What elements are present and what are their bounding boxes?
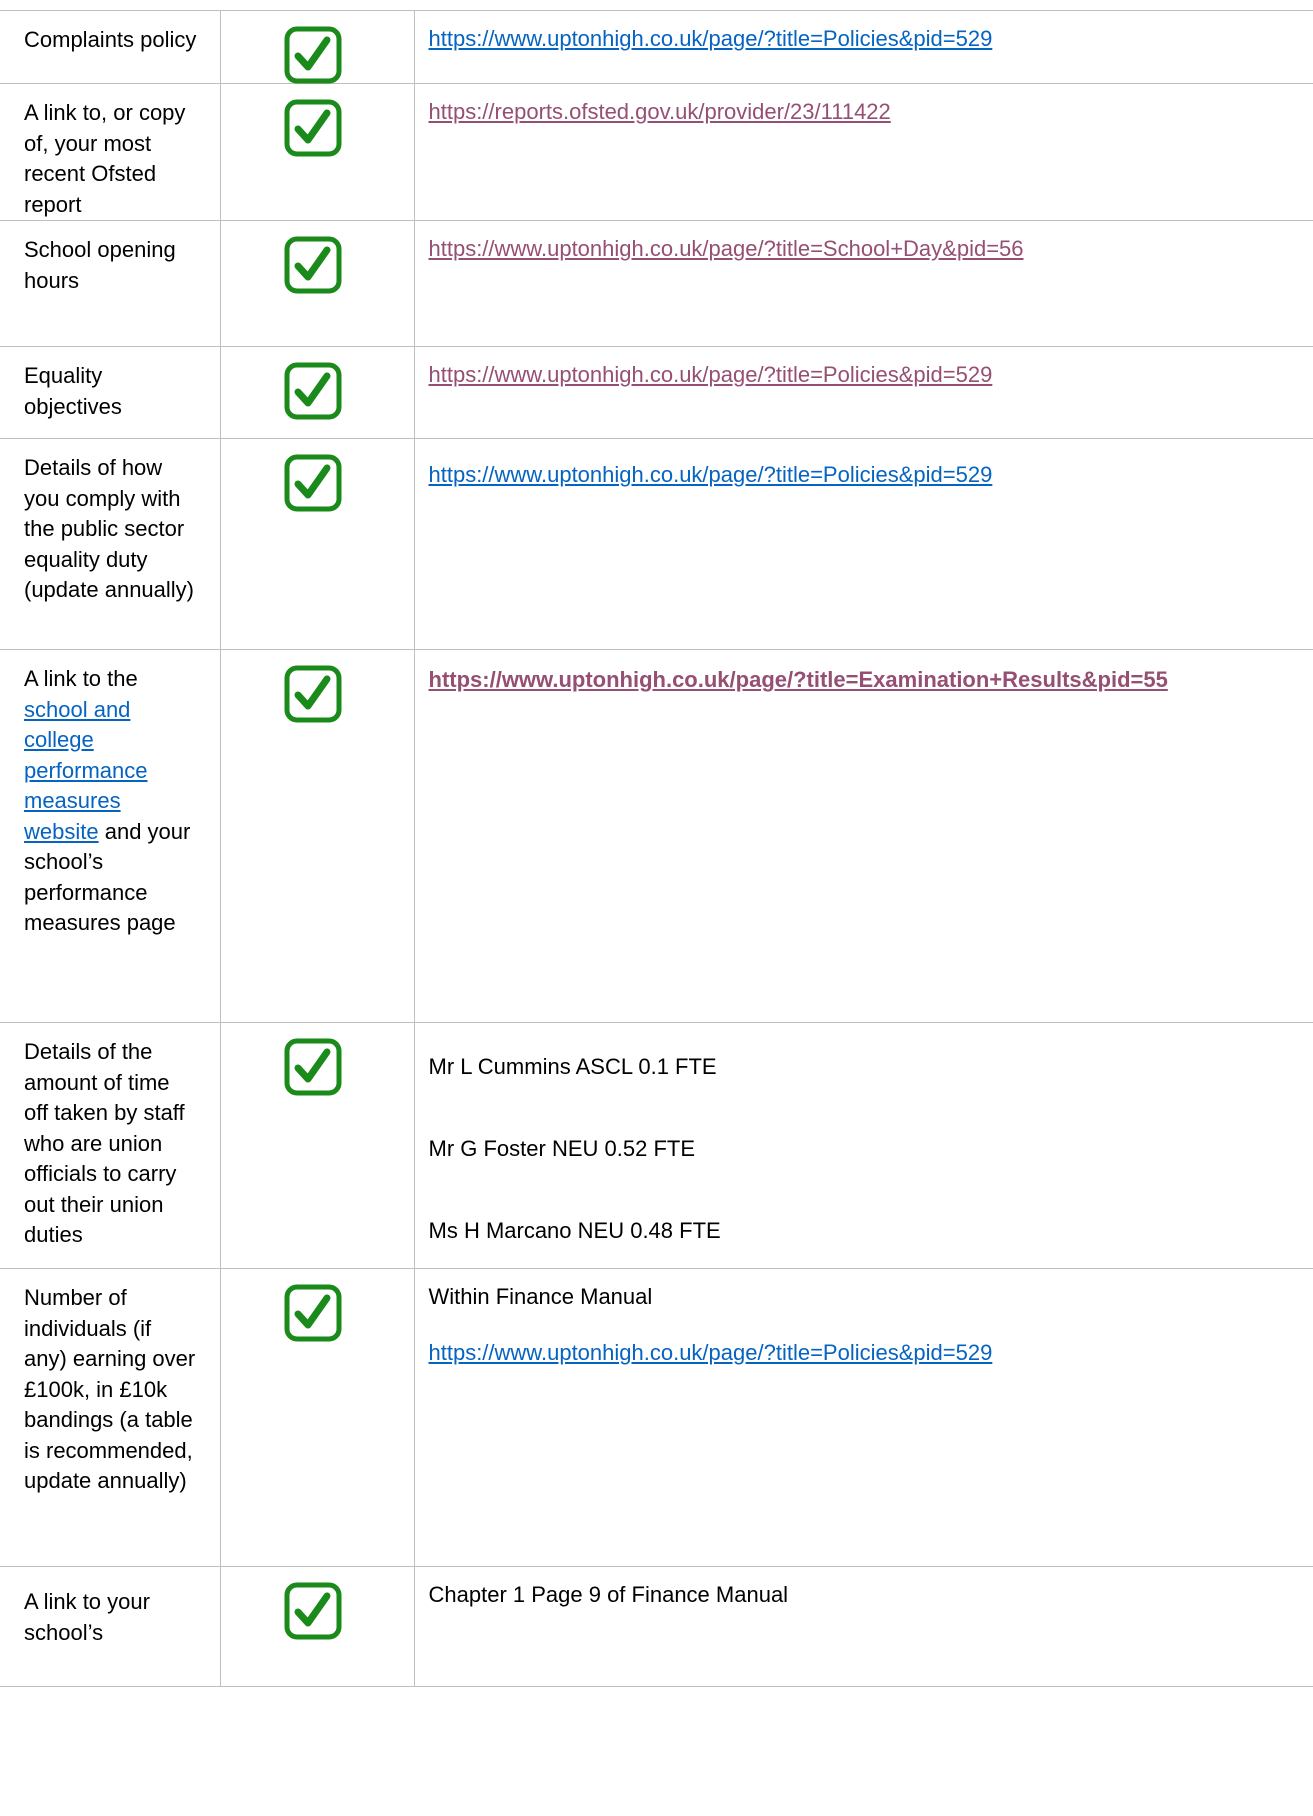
checkbox-checked-icon xyxy=(283,1581,343,1641)
compliance-table: Complaints policy https://www.uptonhigh.… xyxy=(0,10,1313,1687)
equality-objectives-link[interactable]: https://www.uptonhigh.co.uk/page/?title=… xyxy=(429,362,993,387)
union-official-line: Ms H Marcano NEU 0.48 FTE xyxy=(428,1218,721,1243)
finance-manual-text: Within Finance Manual xyxy=(428,1284,653,1309)
checkbox-checked-icon xyxy=(283,98,343,158)
requirement-label: A link to the school and college perform… xyxy=(0,650,220,939)
requirement-label: School opening hours xyxy=(24,237,176,293)
equality-duty-link[interactable]: https://www.uptonhigh.co.uk/page/?title=… xyxy=(429,462,993,487)
union-official-line: Mr L Cummins ASCL 0.1 FTE xyxy=(428,1054,717,1079)
requirement-label: A link to, or copy of, your most recent … xyxy=(24,100,186,217)
checkbox-checked-icon xyxy=(283,25,343,85)
table-row: Details of how you comply with the publi… xyxy=(0,438,1313,650)
requirement-label: Complaints policy xyxy=(24,27,197,52)
table-row: Details of the amount of time off taken … xyxy=(0,1022,1313,1269)
policy-link[interactable]: https://www.uptonhigh.co.uk/page/?title=… xyxy=(429,26,993,51)
table-row: Complaints policy https://www.uptonhigh.… xyxy=(0,10,1313,85)
school-day-link[interactable]: https://www.uptonhigh.co.uk/page/?title=… xyxy=(429,236,1024,261)
requirement-label: Details of how you comply with the publi… xyxy=(24,455,195,602)
finance-policies-link[interactable]: https://www.uptonhigh.co.uk/page/?title=… xyxy=(429,1340,993,1365)
requirement-label: A link to your school’s xyxy=(24,1589,150,1645)
checkbox-checked-icon xyxy=(283,1283,343,1343)
union-official-line: Mr G Foster NEU 0.52 FTE xyxy=(428,1136,696,1161)
checkbox-checked-icon xyxy=(283,664,343,724)
table-row: A link to your school’s Chapter 1 Page 9… xyxy=(0,1566,1313,1687)
table-row: A link to the school and college perform… xyxy=(0,649,1313,1023)
checkbox-checked-icon xyxy=(283,361,343,421)
table-row: A link to, or copy of, your most recent … xyxy=(0,83,1313,221)
finance-manual-chapter-text: Chapter 1 Page 9 of Finance Manual xyxy=(428,1582,789,1607)
requirement-label: Equality objectives xyxy=(24,363,122,419)
table-row: School opening hours https://www.uptonhi… xyxy=(0,220,1313,347)
checkbox-checked-icon xyxy=(283,1037,343,1097)
table-row: Number of individuals (if any) earning o… xyxy=(0,1268,1313,1567)
table-row: Equality objectives https://www.uptonhig… xyxy=(0,346,1313,439)
checkbox-checked-icon xyxy=(283,235,343,295)
requirement-label: Details of the amount of time off taken … xyxy=(24,1039,185,1247)
label-prefix: A link to the xyxy=(24,666,138,691)
checkbox-checked-icon xyxy=(283,453,343,513)
requirement-label: Number of individuals (if any) earning o… xyxy=(24,1285,196,1493)
ofsted-report-link[interactable]: https://reports.ofsted.gov.uk/provider/2… xyxy=(429,99,891,124)
examination-results-link[interactable]: https://www.uptonhigh.co.uk/page/?title=… xyxy=(429,667,1168,692)
